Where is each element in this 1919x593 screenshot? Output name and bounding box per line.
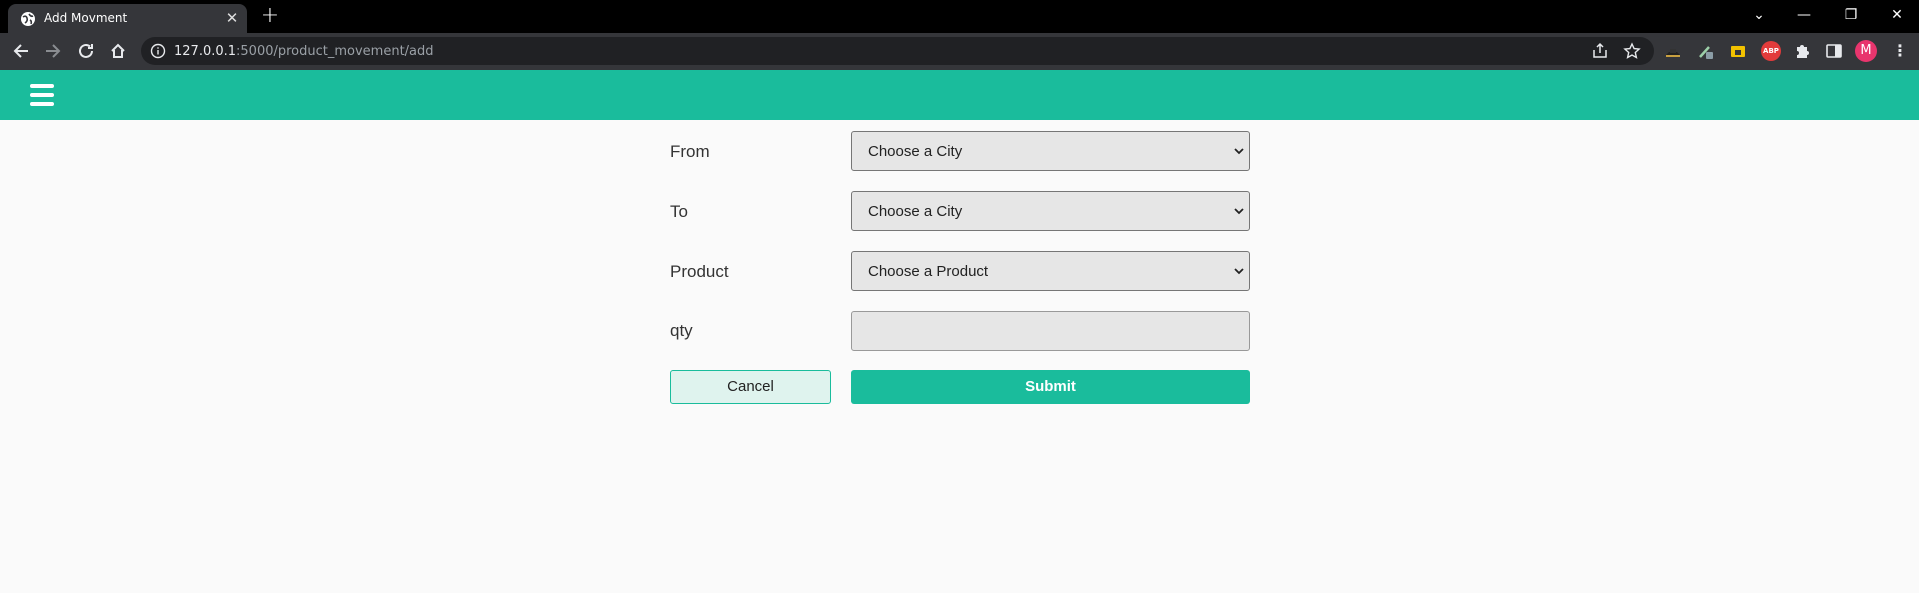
share-icon[interactable]: [1591, 42, 1609, 60]
navbar: [0, 70, 1919, 120]
restore-icon[interactable]: ❐: [1836, 4, 1866, 26]
home-icon[interactable]: [107, 40, 129, 62]
browser-toolbar: 127.0.0.1:5000/product_movement/add ABP …: [0, 33, 1919, 70]
from-label: From: [670, 142, 710, 161]
url-text: 127.0.0.1:5000/product_movement/add: [174, 44, 434, 59]
product-label: Product: [670, 262, 729, 281]
reload-icon[interactable]: [75, 40, 97, 62]
cancel-button[interactable]: Cancel: [670, 370, 831, 404]
tab-title: Add Movment: [44, 11, 128, 25]
side-panel-icon[interactable]: [1825, 42, 1843, 60]
profile-avatar[interactable]: M: [1855, 40, 1877, 62]
to-select-value: Choose a City: [868, 203, 963, 220]
qty-label: qty: [670, 321, 693, 340]
minimize-icon[interactable]: —: [1789, 4, 1819, 26]
to-select[interactable]: Choose a City: [851, 191, 1250, 231]
product-select[interactable]: Choose a Product: [851, 251, 1250, 291]
extension-hat-icon[interactable]: [1664, 42, 1682, 60]
submit-button[interactable]: Submit: [851, 370, 1250, 404]
url-host: 127.0.0.1: [174, 44, 237, 59]
new-tab-icon[interactable]: +: [259, 5, 281, 27]
tab-close-icon[interactable]: ✕: [223, 9, 241, 27]
back-icon[interactable]: [10, 40, 32, 62]
window-close-icon[interactable]: ✕: [1882, 4, 1912, 26]
chevron-down-icon: [1234, 148, 1244, 155]
extension-eyedropper-icon[interactable]: [1697, 42, 1715, 60]
forward-icon[interactable]: [42, 40, 64, 62]
chevron-down-icon: [1234, 268, 1244, 275]
product-select-value: Choose a Product: [868, 263, 989, 280]
tab-search-icon[interactable]: ⌄: [1744, 4, 1774, 26]
from-select[interactable]: Choose a City: [851, 131, 1250, 171]
bookmark-star-icon[interactable]: [1623, 42, 1641, 60]
address-bar[interactable]: 127.0.0.1:5000/product_movement/add: [141, 37, 1654, 65]
menu-kebab-icon[interactable]: ⋮: [1891, 42, 1909, 60]
globe-icon: [21, 12, 35, 26]
to-label: To: [670, 202, 688, 221]
url-path: :5000/product_movement/add: [236, 44, 434, 59]
site-info-icon[interactable]: [150, 43, 166, 59]
adblock-icon[interactable]: ABP: [1761, 41, 1781, 61]
chevron-down-icon: [1234, 208, 1244, 215]
browser-tab[interactable]: Add Movment ✕: [8, 4, 247, 33]
browser-tab-bar: Add Movment ✕ + ⌄ — ❐ ✕: [0, 0, 1919, 33]
hamburger-menu-icon[interactable]: [30, 84, 54, 106]
extensions-puzzle-icon[interactable]: [1793, 42, 1811, 60]
from-select-value: Choose a City: [868, 143, 963, 160]
extension-folder-icon[interactable]: [1729, 42, 1747, 60]
qty-input[interactable]: [851, 311, 1250, 351]
